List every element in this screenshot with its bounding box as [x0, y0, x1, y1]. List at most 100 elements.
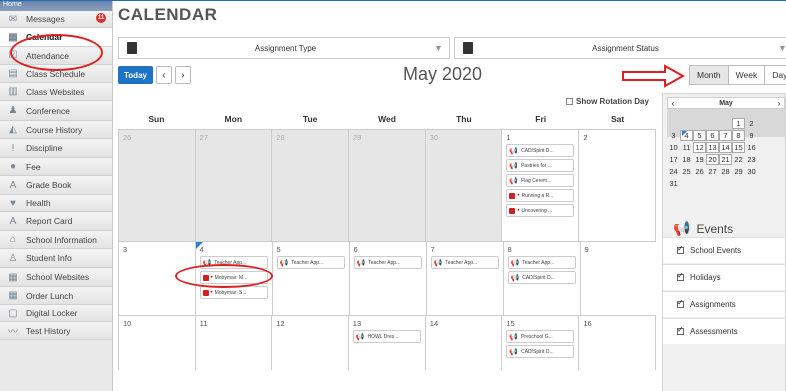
assignment-event[interactable]: • Mobymax: M... [199, 271, 268, 284]
mini-calendar-day[interactable]: 28 [719, 167, 732, 176]
mini-calendar-day[interactable]: 15 [732, 141, 745, 153]
sidebar-item-attendance[interactable]: ☑ Attendance [0, 47, 112, 65]
assignment-event[interactable]: • Mobymax: S... [199, 286, 268, 299]
mini-calendar-day[interactable]: 27 [706, 167, 719, 176]
mini-calendar-day[interactable]: 9 [745, 131, 758, 140]
mini-calendar-day[interactable]: 31 [667, 179, 680, 188]
sidebar-item-messages[interactable]: ✉ Messages 11 [0, 11, 112, 28]
mini-calendar-day[interactable]: 4 [680, 129, 693, 141]
sidebar-item-calendar[interactable]: ▦ Calendar [0, 28, 112, 47]
calendar-event[interactable]: 📢 Flag Cerem... [506, 174, 575, 187]
calendar-event[interactable]: 📢 Teacher App... [353, 256, 422, 269]
event-filter-holidays[interactable]: Holidays [663, 264, 785, 290]
calendar-day-cell[interactable]: 10 [118, 316, 195, 370]
mini-calendar-day[interactable]: 11 [680, 143, 693, 152]
assignment-event[interactable]: • Running a R... [506, 189, 575, 202]
month-view-button[interactable]: Month [689, 65, 729, 85]
sidebar-home-label[interactable]: Home [0, 1, 112, 11]
calendar-day-cell[interactable]: 15 📢 Preschool G... 📢 CAD/Spirit D... [501, 316, 578, 370]
mini-calendar-day[interactable]: 21 [719, 153, 732, 165]
calendar-day-cell[interactable]: 16 [578, 316, 656, 370]
sidebar-item-digital-locker[interactable]: ▢ Digital Locker [0, 305, 112, 322]
sidebar-item-conference[interactable]: ♟ Conference [0, 101, 112, 121]
calendar-day-cell[interactable]: 3 [118, 242, 195, 315]
mini-calendar-day[interactable]: 17 [667, 155, 680, 164]
calendar-event[interactable]: 📢 Teacher App... [507, 256, 576, 269]
sidebar-item-discipline[interactable]: ! Discipline [0, 139, 112, 158]
calendar-day-cell[interactable]: 9 [579, 242, 657, 315]
mini-calendar-day[interactable]: 16 [745, 143, 758, 152]
assignment-status-filter[interactable]: Assignment Status ▼ [454, 37, 786, 59]
calendar-event[interactable]: 📢 Teacher App... [430, 256, 499, 269]
mini-calendar-day[interactable]: 10 [667, 143, 680, 152]
mini-calendar-day[interactable]: 6 [706, 129, 719, 141]
event-filter-assignments[interactable]: Assignments [663, 291, 785, 317]
funnel-icon[interactable]: ▼ [434, 43, 443, 53]
mini-calendar-day[interactable]: 30 [745, 167, 758, 176]
calendar-day-cell[interactable]: 26 [118, 130, 195, 241]
mini-calendar-day[interactable]: 14 [719, 141, 732, 153]
assignment-event[interactable]: • Uncovering ... [506, 204, 575, 217]
sidebar-item-test-history[interactable]: 〰 Test History [0, 322, 112, 340]
mini-calendar-day[interactable]: 23 [745, 155, 758, 164]
rotation-day-toggle[interactable]: Show Rotation Day [566, 97, 649, 106]
mini-calendar-day[interactable]: 22 [732, 155, 745, 164]
next-month-button[interactable]: › [174, 66, 191, 84]
calendar-day-cell[interactable]: 30 [424, 130, 502, 241]
mini-calendar-day[interactable]: 24 [667, 167, 680, 176]
sidebar-item-fee[interactable]: ● Fee [0, 158, 112, 176]
assignment-type-filter[interactable]: Assignment Type ▼ [118, 37, 450, 59]
mini-calendar-day[interactable]: 29 [732, 167, 745, 176]
mini-calendar-day[interactable]: 20 [706, 153, 719, 165]
checkbox-checked-icon[interactable] [677, 325, 684, 335]
calendar-day-cell[interactable]: 1 📢 CAD/Spirit D... 📢 Pastries for ... 📢 Flag … [501, 130, 578, 241]
calendar-day-cell[interactable]: 7 📢 Teacher App... [425, 242, 503, 315]
checkbox-checked-icon[interactable] [677, 244, 684, 254]
prev-month-button[interactable]: ‹ [155, 66, 172, 84]
sidebar-item-class-websites[interactable]: ▥ Class Websites [0, 83, 112, 101]
mini-calendar-day[interactable]: 19 [693, 155, 706, 164]
calendar-event[interactable]: 📢 CAD/Spirit D... [506, 144, 575, 157]
mini-next-button[interactable]: › [774, 99, 784, 108]
sidebar-item-school-websites[interactable]: ▦ School Websites [0, 268, 112, 287]
calendar-event[interactable]: 📢 Preschool G... [506, 330, 575, 343]
sidebar-item-report-card[interactable]: A Report Card [0, 212, 112, 231]
calendar-event[interactable]: 📢 CAD/Spirit D... [506, 345, 575, 358]
today-button[interactable]: Today [118, 66, 153, 84]
funnel-icon[interactable]: ▼ [778, 43, 786, 53]
calendar-event[interactable]: 📢 HOWL Dres... [352, 330, 421, 343]
calendar-day-cell[interactable]: 28 [271, 130, 349, 241]
mini-calendar-day[interactable]: 13 [706, 141, 719, 153]
mini-calendar-day[interactable]: 26 [693, 167, 706, 176]
calendar-day-cell[interactable]: 2 [578, 130, 657, 241]
mini-calendar-day[interactable]: 25 [680, 167, 693, 176]
calendar-event[interactable]: 📢 Teacher App... [276, 256, 345, 269]
calendar-day-cell[interactable]: 6 📢 Teacher App... [348, 242, 426, 315]
mini-calendar-day[interactable]: 7 [719, 129, 732, 141]
calendar-event[interactable]: 📢 Pastries for ... [506, 159, 575, 172]
checkbox-checked-icon[interactable] [677, 271, 684, 281]
week-view-button[interactable]: Week [727, 65, 766, 85]
calendar-day-cell[interactable]: 12 [271, 316, 348, 370]
sidebar-item-class-schedule[interactable]: ▤ Class Schedule [0, 65, 112, 83]
calendar-event[interactable]: 📢 Teacher App... [199, 256, 268, 269]
sidebar-item-student-info[interactable]: ♙ Student Info [0, 249, 112, 268]
calendar-day-cell[interactable]: 11 [194, 316, 272, 370]
calendar-day-cell[interactable]: 8 📢 Teacher App... 📢 CAD/Spirit D... [502, 242, 580, 315]
sidebar-item-health[interactable]: ♥ Health [0, 195, 112, 212]
calendar-event[interactable]: 📢 CAD/Spirit D... [507, 271, 576, 284]
event-filter-school-events[interactable]: School Events [663, 237, 785, 263]
checkbox-checked-icon[interactable] [677, 298, 684, 308]
mini-calendar-day[interactable]: 12 [693, 141, 706, 153]
sidebar-item-order-lunch[interactable]: ▦ Order Lunch [0, 287, 112, 305]
rotation-checkbox[interactable] [566, 98, 573, 105]
calendar-day-cell[interactable]: 29 [348, 130, 425, 241]
mini-calendar-day[interactable]: 8 [732, 129, 745, 141]
calendar-day-cell[interactable]: 27 [194, 130, 272, 241]
event-filter-assessments[interactable]: Assessments [663, 318, 785, 344]
mini-calendar-day[interactable]: 5 [693, 129, 706, 141]
mini-prev-button[interactable]: ‹ [668, 99, 678, 108]
sidebar-item-school-information[interactable]: ⌂ School Information [0, 231, 112, 249]
calendar-day-cell[interactable]: 5 📢 Teacher App... [271, 242, 349, 315]
mini-calendar-day[interactable]: 18 [680, 155, 693, 164]
